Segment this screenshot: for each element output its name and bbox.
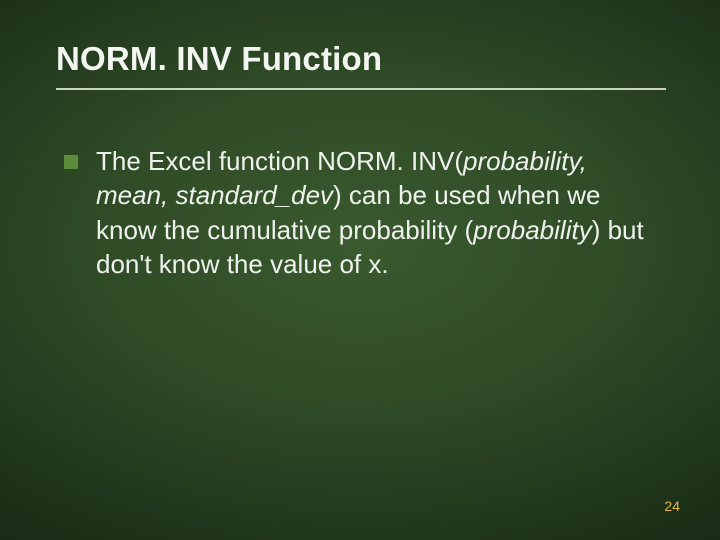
slide: NORM. INV Function The Excel function NO… <box>0 0 720 540</box>
bullet-row: The Excel function NORM. INV( probability… <box>56 144 664 281</box>
text-arg-2: probability <box>473 215 592 245</box>
slide-title: NORM. INV Function <box>56 40 664 78</box>
text-seg-1: The Excel function NORM. INV( <box>96 146 463 176</box>
page-number: 24 <box>664 498 680 514</box>
title-underline <box>56 88 666 90</box>
bullet-text: The Excel function NORM. INV( probability… <box>96 144 656 281</box>
square-bullet-icon <box>64 155 78 169</box>
